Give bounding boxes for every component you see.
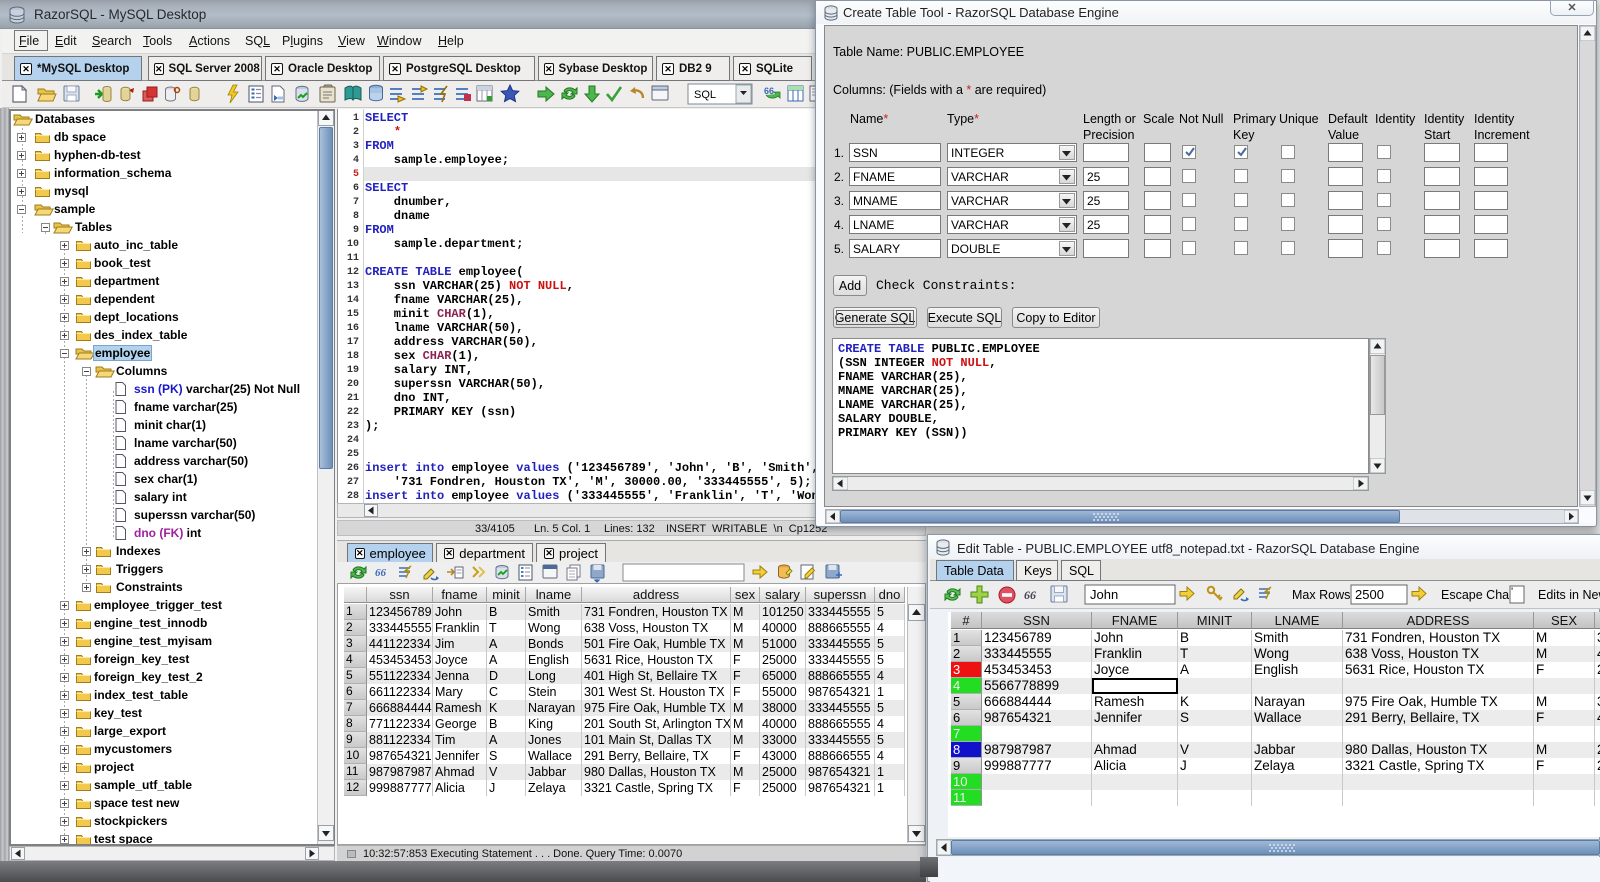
svg-text:John: John (1090, 587, 1118, 602)
svg-text:': ' (1511, 586, 1513, 598)
svg-text:SQL: SQL (694, 89, 716, 101)
svg-text:Escape Char: Escape Char (1441, 588, 1513, 602)
svg-text:2500: 2500 (1355, 587, 1384, 602)
svg-text:Max Rows: Max Rows (1292, 588, 1350, 602)
svg-text:66: 66 (375, 567, 387, 579)
svg-text:66: 66 (1024, 588, 1036, 602)
svg-text:Edits in New: Edits in New (1538, 588, 1600, 602)
